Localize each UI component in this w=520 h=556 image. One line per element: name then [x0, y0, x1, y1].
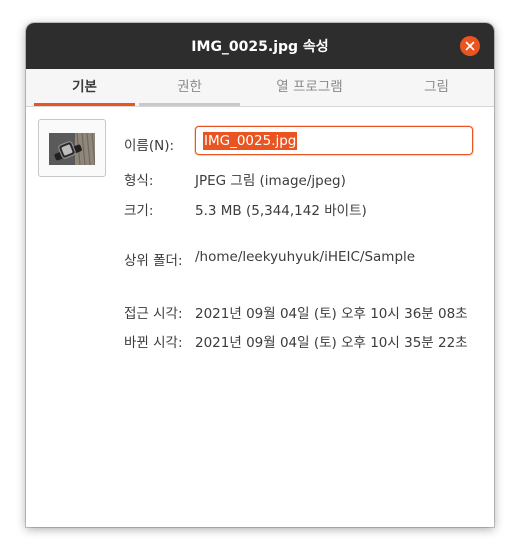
close-button[interactable] — [460, 36, 480, 56]
tab-basic[interactable]: 기본 — [26, 69, 143, 106]
name-field-value: IMG_0025.jpg — [203, 132, 298, 150]
titlebar[interactable]: IMG_0025.jpg 속성 — [26, 23, 494, 69]
accessed-value: 2021년 09월 04일 (토) 오후 10시 36분 08초 — [195, 306, 468, 322]
modified-label: 바뀐 시각: — [124, 335, 183, 351]
tab-basic-underline — [34, 103, 135, 106]
type-value: JPEG 그림 (image/jpeg) — [195, 173, 346, 189]
tab-open-with[interactable]: 열 프로그램 — [251, 69, 368, 106]
tab-open-with-label: 열 프로그램 — [276, 79, 343, 95]
tab-image[interactable]: 그림 — [378, 69, 494, 106]
tab-image-label: 그림 — [424, 79, 449, 95]
tab-bar: 기본 권한 열 프로그램 그림 — [26, 69, 494, 107]
tab-permissions[interactable]: 권한 — [131, 69, 248, 106]
name-label: 이름(N): — [124, 138, 175, 154]
size-label: 크기: — [124, 203, 154, 219]
thumbnail-graphic — [49, 133, 95, 165]
image-thumbnail — [49, 133, 95, 165]
name-field[interactable]: IMG_0025.jpg — [195, 126, 473, 155]
size-value: 5.3 MB (5,344,142 바이트) — [195, 203, 367, 219]
parent-folder-label: 상위 폴더: — [124, 253, 183, 269]
accessed-label: 접근 시각: — [124, 306, 183, 322]
file-icon-button[interactable] — [38, 119, 106, 177]
properties-dialog: IMG_0025.jpg 속성 기본 권한 열 프로그램 그림 이름(N): I… — [26, 23, 494, 527]
tab-basic-label: 기본 — [72, 79, 97, 95]
type-label: 형식: — [124, 173, 154, 189]
close-icon — [465, 41, 475, 51]
tab-permissions-label: 권한 — [177, 79, 202, 95]
tab-permissions-underline — [139, 103, 240, 106]
parent-folder-value: /home/leekyuhyuk/iHEIC/Sample — [195, 249, 416, 265]
window-title: IMG_0025.jpg 속성 — [191, 39, 329, 55]
modified-value: 2021년 09월 04일 (토) 오후 10시 35분 22초 — [195, 335, 468, 351]
